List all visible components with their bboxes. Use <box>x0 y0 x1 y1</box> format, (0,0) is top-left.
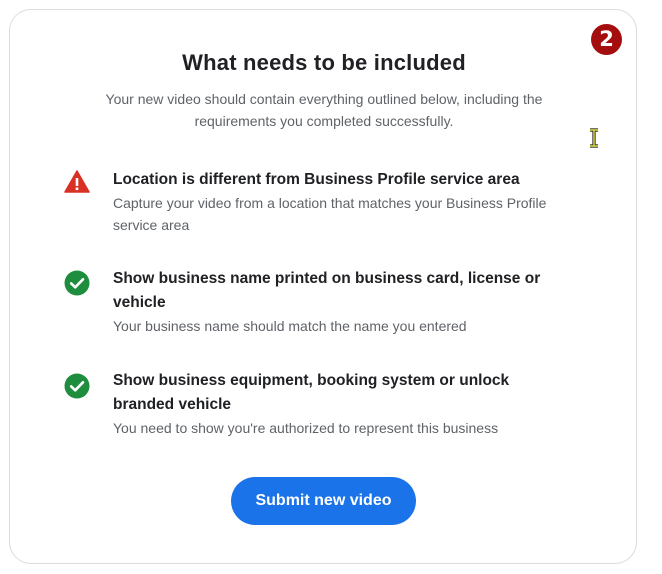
page: 2 What needs to be included Your new vid… <box>0 0 662 574</box>
check-circle-icon <box>64 373 90 399</box>
requirement-text: Show business equipment, booking system … <box>113 369 563 439</box>
requirement-heading: Show business name printed on business c… <box>113 270 541 311</box>
requirement-text: Show business name printed on business c… <box>113 267 563 337</box>
submit-new-video-button[interactable]: Submit new video <box>231 477 416 525</box>
check-circle-icon <box>64 270 90 296</box>
requirement-text: Location is different from Business Prof… <box>113 168 563 236</box>
page-title: What needs to be included <box>182 50 466 75</box>
requirement-heading: Show business equipment, booking system … <box>113 372 510 413</box>
warning-icon <box>64 170 90 193</box>
text-cursor-icon <box>590 128 598 148</box>
requirement-heading: Location is different from Business Prof… <box>113 171 520 188</box>
requirement-description: You need to show you're authorized to re… <box>113 420 499 436</box>
requirement-description: Your business name should match the name… <box>113 318 467 334</box>
page-subtitle: Your new video should contain everything… <box>105 91 543 129</box>
requirement-description: Capture your video from a location that … <box>113 195 547 233</box>
